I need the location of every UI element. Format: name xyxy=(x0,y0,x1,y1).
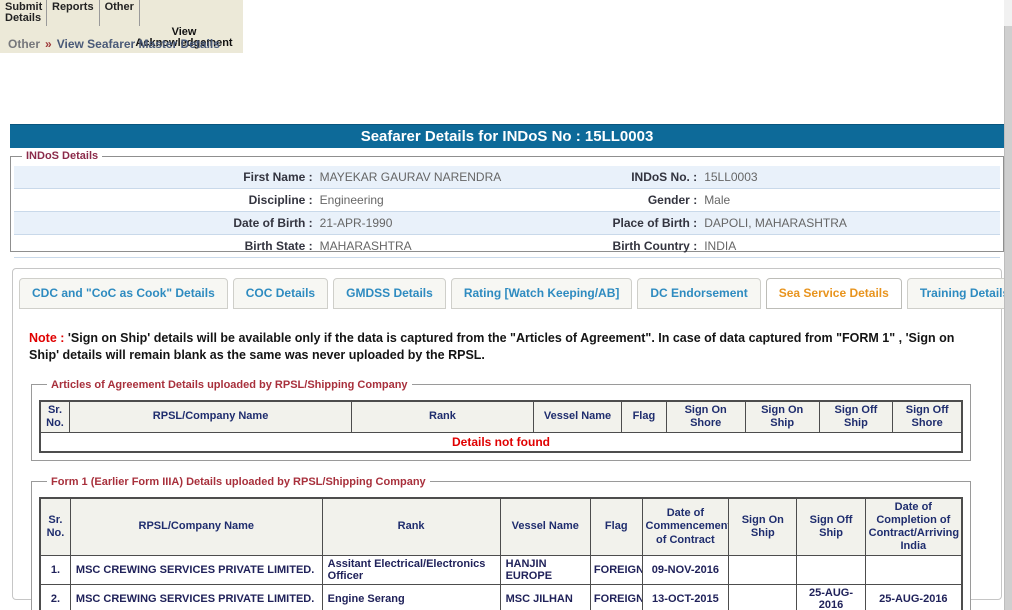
column-header: RPSL/Company Name xyxy=(70,498,322,556)
field-value: Engineering xyxy=(320,189,576,211)
column-header: Sign On Ship xyxy=(745,401,819,433)
cell-completion-date xyxy=(865,556,962,585)
tab-cdc-coc-cook-details[interactable]: CDC and "CoC as Cook" Details xyxy=(19,278,228,309)
indos-row: Date of Birth : 21-APR-1990 Place of Bir… xyxy=(14,212,1000,235)
tab-coc-details[interactable]: COC Details xyxy=(233,278,328,309)
column-header: Flag xyxy=(590,498,642,556)
vertical-scrollbar[interactable] xyxy=(1004,0,1012,610)
indos-details-section: INDoS Details First Name : MAYEKAR GAURA… xyxy=(10,150,1004,252)
field-label: INDoS No. : xyxy=(576,166,704,188)
field-value: MAYEKAR GAURAV NARENDRA xyxy=(320,166,576,188)
tabstrip: CDC and "CoC as Cook" Details COC Detail… xyxy=(13,269,1001,309)
tab-training-details[interactable]: Training Details xyxy=(907,278,1012,309)
menu-reports[interactable]: Reports xyxy=(47,0,100,26)
menu-submit-details[interactable]: Submit Details xyxy=(0,0,47,26)
column-header: Rank xyxy=(352,401,534,433)
field-label: Birth State : xyxy=(14,235,320,257)
agreement-header-row: Sr. No. RPSL/Company Name Rank Vessel Na… xyxy=(40,401,962,433)
field-value: MAHARASHTRA xyxy=(320,235,576,257)
column-header: Sign Off Ship xyxy=(819,401,893,433)
page: Submit Details Reports Other View Acknow… xyxy=(0,0,1012,610)
cell-sign-off-ship xyxy=(797,556,865,585)
cell-completion-date: 25-AUG-2016 xyxy=(865,585,962,610)
breadcrumb-section: Other xyxy=(8,37,40,51)
field-label: Gender : xyxy=(576,189,704,211)
cell-commencement-date: 13-OCT-2015 xyxy=(642,585,729,610)
breadcrumb-separator: » xyxy=(40,37,57,51)
menu-other[interactable]: Other xyxy=(100,0,140,26)
field-value: INDIA xyxy=(704,235,1000,257)
empty-message: Details not found xyxy=(40,433,962,452)
column-header: Vessel Name xyxy=(500,498,590,556)
form1-details-section: Form 1 (Earlier Form IIIA) Details uploa… xyxy=(31,476,971,610)
cell-sign-on-ship xyxy=(729,556,797,585)
cell-sr-no: 2. xyxy=(40,585,70,610)
tab-rating-watch-keeping[interactable]: Rating [Watch Keeping/AB] xyxy=(451,278,633,309)
tab-dc-endorsement[interactable]: DC Endorsement xyxy=(637,278,760,309)
column-header: Date of Completion of Contract/Arriving … xyxy=(865,498,962,556)
column-header: Sign On Shore xyxy=(666,401,745,433)
table-row: Details not found xyxy=(40,433,962,452)
agreement-details-section: Articles of Agreement Details uploaded b… xyxy=(31,379,971,461)
breadcrumb-current-page: View Seafarer Master Details xyxy=(57,37,220,51)
column-header: Sign Off Shore xyxy=(893,401,962,433)
indos-details-legend: INDoS Details xyxy=(22,150,102,162)
column-header: Sign Off Ship xyxy=(797,498,865,556)
indos-row: Birth State : MAHARASHTRA Birth Country … xyxy=(14,235,1000,258)
note-prefix: Note : xyxy=(29,331,64,345)
tab-gmdss-details[interactable]: GMDSS Details xyxy=(333,278,446,309)
cell-sign-on-ship xyxy=(729,585,797,610)
column-header: Rank xyxy=(322,498,500,556)
field-value: 15LL0003 xyxy=(704,166,1000,188)
column-header: Sign On Ship xyxy=(729,498,797,556)
field-label: First Name : xyxy=(14,166,320,188)
column-header: Vessel Name xyxy=(533,401,622,433)
column-header: Sr. No. xyxy=(40,401,70,433)
breadcrumb: Other»View Seafarer Master Details xyxy=(8,37,220,51)
table-row: 2. MSC CREWING SERVICES PRIVATE LIMITED.… xyxy=(40,585,962,610)
indos-row: First Name : MAYEKAR GAURAV NARENDRA IND… xyxy=(14,166,1000,189)
page-title: Seafarer Details for INDoS No : 15LL0003 xyxy=(10,124,1004,148)
cell-rank: Engine Serang xyxy=(322,585,500,610)
cell-company: MSC CREWING SERVICES PRIVATE LIMITED. xyxy=(70,585,322,610)
field-value: DAPOLI, MAHARASHTRA xyxy=(704,212,1000,234)
column-header: RPSL/Company Name xyxy=(70,401,352,433)
cell-flag: FOREIGN xyxy=(590,585,642,610)
column-header: Flag xyxy=(622,401,666,433)
field-value: Male xyxy=(704,189,1000,211)
cell-commencement-date: 09-NOV-2016 xyxy=(642,556,729,585)
table-row: 1. MSC CREWING SERVICES PRIVATE LIMITED.… xyxy=(40,556,962,585)
note-text: 'Sign on Ship' details will be available… xyxy=(29,331,954,362)
note: Note : 'Sign on Ship' details will be av… xyxy=(29,330,985,364)
form1-table: Sr. No. RPSL/Company Name Rank Vessel Na… xyxy=(39,497,963,610)
field-label: Place of Birth : xyxy=(576,212,704,234)
field-label: Discipline : xyxy=(14,189,320,211)
tab-sea-service-details[interactable]: Sea Service Details xyxy=(766,278,902,309)
cell-flag: FOREIGN xyxy=(590,556,642,585)
cell-sign-off-ship: 25-AUG-2016 xyxy=(797,585,865,610)
column-header: Sr. No. xyxy=(40,498,70,556)
indos-row: Discipline : Engineering Gender : Male xyxy=(14,189,1000,212)
cell-company: MSC CREWING SERVICES PRIVATE LIMITED. xyxy=(70,556,322,585)
agreement-legend: Articles of Agreement Details uploaded b… xyxy=(47,379,412,391)
form1-legend: Form 1 (Earlier Form IIIA) Details uploa… xyxy=(47,476,430,488)
scrollbar-thumb[interactable] xyxy=(1004,26,1012,610)
field-value: 21-APR-1990 xyxy=(320,212,576,234)
column-header: Date of Commencement of Contract xyxy=(642,498,729,556)
field-label: Birth Country : xyxy=(576,235,704,257)
field-label: Date of Birth : xyxy=(14,212,320,234)
menu-row: Submit Details Reports Other xyxy=(0,0,243,26)
cell-sr-no: 1. xyxy=(40,556,70,585)
tab-panel: CDC and "CoC as Cook" Details COC Detail… xyxy=(12,268,1002,600)
cell-vessel: MSC JILHAN xyxy=(500,585,590,610)
form1-header-row: Sr. No. RPSL/Company Name Rank Vessel Na… xyxy=(40,498,962,556)
cell-rank: Assitant Electrical/Electronics Officer xyxy=(322,556,500,585)
cell-vessel: HANJIN EUROPE xyxy=(500,556,590,585)
agreement-table: Sr. No. RPSL/Company Name Rank Vessel Na… xyxy=(39,400,963,453)
